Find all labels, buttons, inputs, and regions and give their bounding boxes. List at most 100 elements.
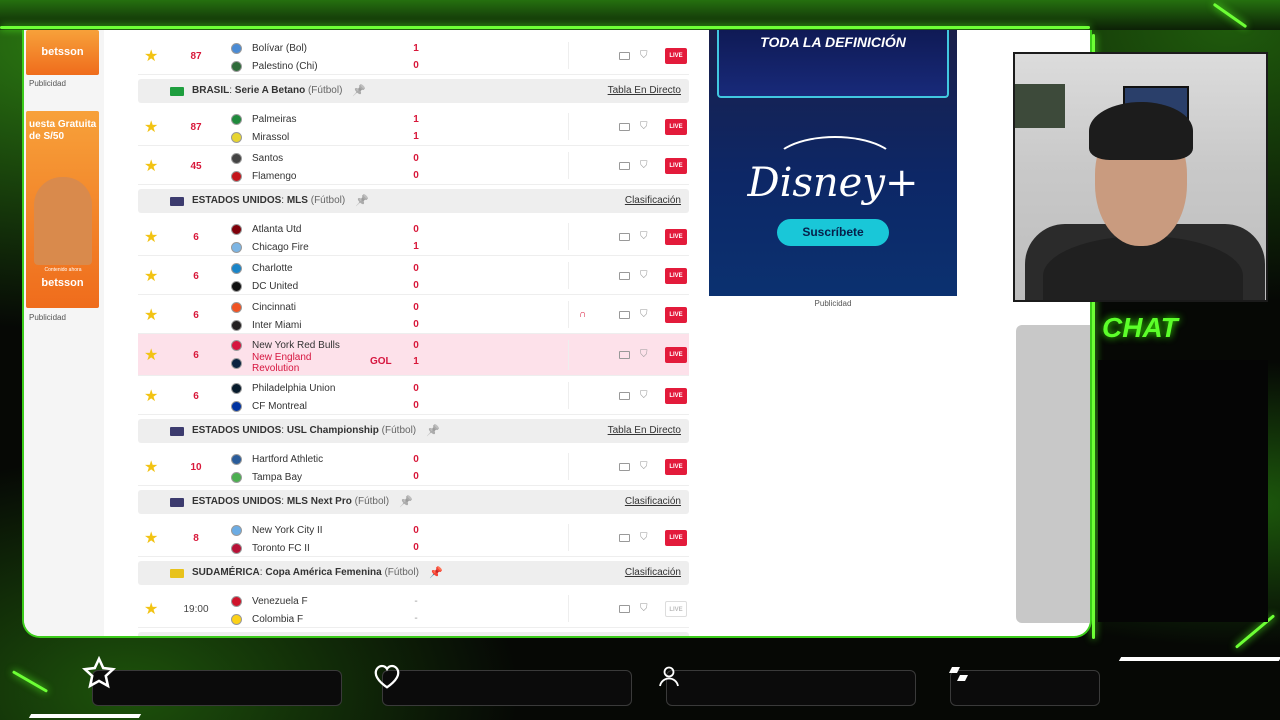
- lineup-shirt-icon[interactable]: ⛉: [640, 391, 652, 401]
- match-row[interactable]: ★ 10 Hartford Athletic Tampa Bay 0 0 ⛉ LIVE: [138, 447, 689, 486]
- favorite-star-icon[interactable]: ★: [144, 460, 158, 476]
- tv-icon[interactable]: [619, 233, 630, 241]
- tv-icon[interactable]: [619, 605, 630, 613]
- favorite-star-icon[interactable]: ★: [144, 389, 158, 405]
- away-team[interactable]: Flamengo: [231, 167, 296, 185]
- match-row[interactable]: ★ 6 Cincinnati Inter Miami 0 0 ∩ ⛉ LIVE: [138, 295, 689, 334]
- tv-icon[interactable]: [619, 162, 630, 170]
- league-header[interactable]: ECUADOR: Copa Ecuador (Fútbol)📌Cuadro: [138, 632, 689, 638]
- match-row[interactable]: ★ 45 Santos Flamengo 0 0 ⛉ LIVE: [138, 146, 689, 185]
- home-team[interactable]: Palmeiras: [231, 110, 296, 128]
- match-row[interactable]: ★ 19:00 Venezuela F Colombia F - - ⛉ LIVE: [138, 589, 689, 628]
- league-name[interactable]: ESTADOS UNIDOS: MLS Next Pro (Fútbol): [192, 496, 389, 507]
- lineup-shirt-icon[interactable]: ⛉: [640, 604, 652, 614]
- home-team[interactable]: Santos: [231, 149, 283, 167]
- home-team[interactable]: Hartford Athletic: [231, 450, 323, 468]
- league-header[interactable]: ESTADOS UNIDOS: MLS Next Pro (Fútbol) 📌 Cl…: [138, 490, 689, 514]
- favorite-star-icon[interactable]: ★: [144, 49, 158, 65]
- pin-icon[interactable]: 📌: [352, 84, 366, 97]
- lineup-shirt-icon[interactable]: ⛉: [640, 271, 652, 281]
- betsson-ad-bottom[interactable]: uesta Gratuita de S/50 Contenido ahora b…: [26, 111, 99, 308]
- lineup-shirt-icon[interactable]: ⛉: [640, 350, 652, 360]
- live-button[interactable]: LIVE: [665, 48, 687, 64]
- tv-icon[interactable]: [619, 311, 630, 319]
- home-team[interactable]: Venezuela F: [231, 592, 308, 610]
- league-header[interactable]: ESTADOS UNIDOS: USL Championship (Fútbol…: [138, 419, 689, 443]
- away-team[interactable]: New England Revolution: [231, 352, 347, 374]
- pin-icon[interactable]: 📌: [426, 424, 440, 437]
- tv-icon[interactable]: [619, 392, 630, 400]
- home-team[interactable]: New York City II: [231, 521, 323, 539]
- home-team[interactable]: Cincinnati: [231, 298, 296, 316]
- away-team[interactable]: Chicago Fire: [231, 238, 309, 256]
- league-header[interactable]: SUDAMÉRICA: Copa América Femenina (Fútbo…: [138, 561, 689, 585]
- league-name[interactable]: ESTADOS UNIDOS: MLS (Fútbol): [192, 195, 345, 206]
- away-team[interactable]: Palestino (Chi): [231, 57, 318, 75]
- favorite-star-icon[interactable]: ★: [144, 308, 158, 324]
- favorite-star-icon[interactable]: ★: [144, 602, 158, 618]
- away-team[interactable]: Toronto FC II: [231, 539, 310, 557]
- live-button[interactable]: LIVE: [665, 119, 687, 135]
- pin-icon[interactable]: 📌: [399, 495, 413, 508]
- betsson-ad-top[interactable]: betsson: [26, 30, 99, 75]
- home-team[interactable]: Atlanta Utd: [231, 220, 301, 238]
- headphones-icon[interactable]: ∩: [579, 309, 586, 320]
- live-button[interactable]: LIVE: [665, 347, 687, 363]
- pin-icon[interactable]: 📌: [429, 566, 443, 579]
- tv-icon[interactable]: [619, 351, 630, 359]
- lineup-shirt-icon[interactable]: ⛉: [640, 310, 652, 320]
- match-row[interactable]: ★ 6 New York Red Bulls New England Revoluti…: [138, 334, 689, 376]
- league-link[interactable]: Tabla En Directo: [608, 85, 681, 96]
- lineup-shirt-icon[interactable]: ⛉: [640, 533, 652, 543]
- away-team[interactable]: Mirassol: [231, 128, 289, 146]
- favorite-star-icon[interactable]: ★: [144, 348, 158, 364]
- home-team[interactable]: Bolívar (Bol): [231, 39, 307, 57]
- away-team[interactable]: Tampa Bay: [231, 468, 302, 486]
- league-link[interactable]: Clasificación: [625, 496, 681, 507]
- home-team[interactable]: Philadelphia Union: [231, 379, 335, 397]
- disney-plus-ad[interactable]: TODA LA DEFINICIÓN Disney+ Suscríbete: [709, 30, 957, 296]
- lineup-shirt-icon[interactable]: ⛉: [640, 462, 652, 472]
- match-row[interactable]: ★ 8 New York City II Toronto FC II 0 0 ⛉ LIVE: [138, 518, 689, 557]
- live-button[interactable]: LIVE: [665, 459, 687, 475]
- league-link[interactable]: Tabla En Directo: [608, 425, 681, 436]
- match-row[interactable]: ★ 6 Charlotte DC United 0 0 ⛉ LIVE: [138, 256, 689, 295]
- pin-icon[interactable]: 📌: [363, 637, 377, 638]
- lineup-shirt-icon[interactable]: ⛉: [640, 161, 652, 171]
- lineup-shirt-icon[interactable]: ⛉: [640, 51, 652, 61]
- live-button[interactable]: LIVE: [665, 601, 687, 617]
- pin-icon[interactable]: 📌: [355, 194, 369, 207]
- away-team[interactable]: Colombia F: [231, 610, 303, 628]
- league-link[interactable]: Clasificación: [625, 567, 681, 578]
- live-button[interactable]: LIVE: [665, 158, 687, 174]
- live-button[interactable]: LIVE: [665, 229, 687, 245]
- league-name[interactable]: BRASIL: Serie A Betano (Fútbol): [192, 85, 342, 96]
- away-team[interactable]: DC United: [231, 277, 298, 295]
- favorite-star-icon[interactable]: ★: [144, 159, 158, 175]
- away-team[interactable]: CF Montreal: [231, 397, 307, 415]
- lineup-shirt-icon[interactable]: ⛉: [640, 232, 652, 242]
- tv-icon[interactable]: [619, 534, 630, 542]
- league-name[interactable]: ESTADOS UNIDOS: USL Championship (Fútbol…: [192, 425, 416, 436]
- favorite-star-icon[interactable]: ★: [144, 120, 158, 136]
- match-row[interactable]: ★ 6 Philadelphia Union CF Montreal 0 0 ⛉ LIVE: [138, 376, 689, 415]
- subscribe-button[interactable]: Suscríbete: [777, 219, 889, 246]
- league-header[interactable]: ESTADOS UNIDOS: MLS (Fútbol) 📌 Clasificaci…: [138, 189, 689, 213]
- favorite-star-icon[interactable]: ★: [144, 230, 158, 246]
- match-row[interactable]: ★ 87 Palmeiras Mirassol 1 1 ⛉ LIVE: [138, 107, 689, 146]
- lineup-shirt-icon[interactable]: ⛉: [640, 122, 652, 132]
- live-button[interactable]: LIVE: [665, 307, 687, 323]
- favorite-star-icon[interactable]: ★: [144, 531, 158, 547]
- match-row[interactable]: ★ 6 Atlanta Utd Chicago Fire 0 1 ⛉ LIVE: [138, 217, 689, 256]
- league-header[interactable]: BRASIL: Serie A Betano (Fútbol) 📌 Tabla En…: [138, 79, 689, 103]
- league-name[interactable]: SUDAMÉRICA: Copa América Femenina (Fútbo…: [192, 567, 419, 578]
- live-button[interactable]: LIVE: [665, 530, 687, 546]
- tv-icon[interactable]: [619, 123, 630, 131]
- live-button[interactable]: LIVE: [665, 388, 687, 404]
- tv-icon[interactable]: [619, 52, 630, 60]
- away-team[interactable]: Inter Miami: [231, 316, 301, 334]
- league-link[interactable]: Clasificación: [625, 195, 681, 206]
- match-row[interactable]: ★ 87 Bolívar (Bol) Palestino (Chi) 1 0 ⛉ LIVE: [138, 36, 689, 75]
- tv-icon[interactable]: [619, 463, 630, 471]
- tv-icon[interactable]: [619, 272, 630, 280]
